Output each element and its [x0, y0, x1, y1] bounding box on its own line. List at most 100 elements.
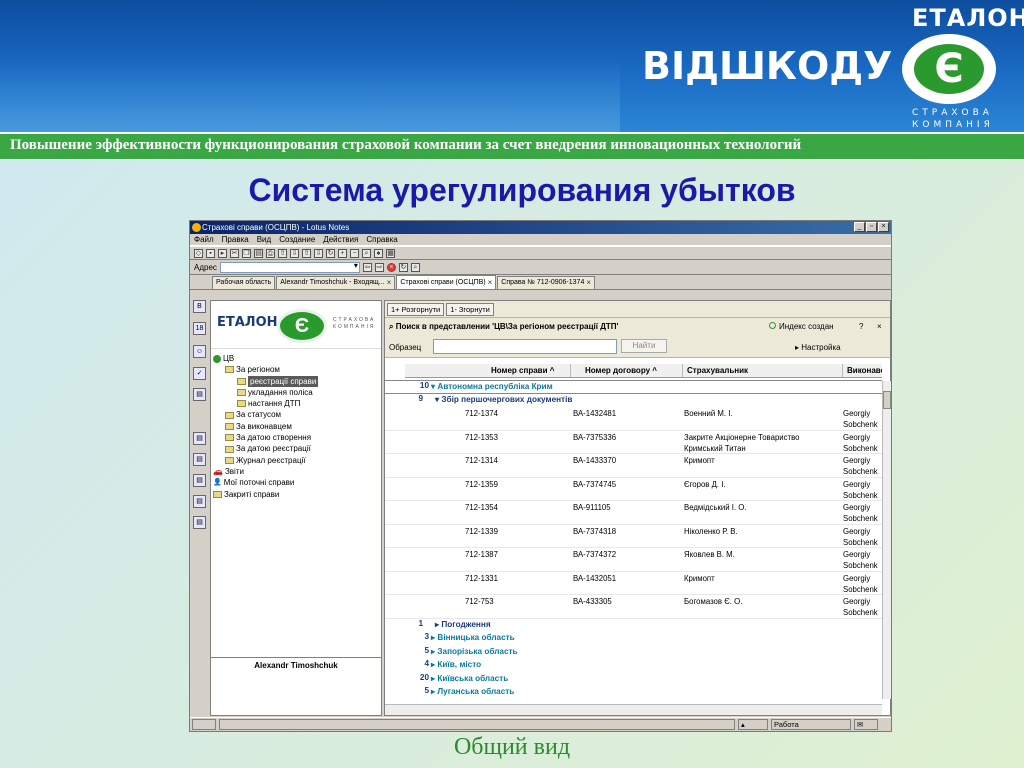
tree-node[interactable]: За датою реєстрації [213, 443, 318, 454]
category-row[interactable]: 10 ▾ Автономна республіка Крим [385, 380, 882, 394]
category-row[interactable]: 20 ▸ Київська область [385, 673, 882, 687]
tree-node[interactable]: За датою створення [213, 432, 318, 443]
contract-number-cell: ВА-911105 [573, 503, 611, 512]
tab-workspace[interactable]: Рабочая область [212, 276, 276, 289]
scroll-thumb[interactable] [883, 391, 891, 409]
prev-icon[interactable]: ⇧ [302, 248, 311, 258]
find-button[interactable]: Найти [621, 339, 667, 353]
save-icon[interactable]: ▪ [206, 248, 215, 258]
bookmark-icon[interactable]: B [193, 300, 206, 313]
copy-icon[interactable]: ❐ [242, 248, 251, 258]
contacts-icon[interactable]: ☺ [193, 345, 206, 358]
database-icon[interactable]: ▤ [193, 495, 206, 508]
database-icon[interactable]: ▤ [193, 388, 206, 401]
menu-view[interactable]: Вид [257, 234, 271, 245]
tree-node[interactable]: настання ДТП [213, 398, 318, 409]
collapse-all-button[interactable]: 1- Згорнути [446, 302, 494, 316]
next-icon[interactable]: ⇩ [314, 248, 323, 258]
paste-icon[interactable]: ▤ [254, 248, 263, 258]
cut-icon[interactable]: ✂ [230, 248, 239, 258]
nav-logo-text: ЕТАЛОН [217, 315, 278, 330]
category-row[interactable]: 4 ▸ Київ, місто [385, 659, 882, 673]
tree-node[interactable]: 👤 Мої поточні справи [213, 477, 318, 488]
table-row[interactable]: 712-1331 ВА-1432051 Кримопт Georgiy Sobchenk [385, 572, 882, 595]
tree-node[interactable]: укладання поліса [213, 387, 318, 398]
tree-node[interactable]: За регіоном [213, 364, 318, 375]
expand-all-button[interactable]: 1+ Розгорнути [387, 302, 445, 316]
print-icon[interactable]: ⎙ [266, 248, 275, 258]
down-arrow-icon[interactable]: ⇩ [290, 248, 299, 258]
binoculars-icon[interactable]: ♠ [374, 248, 383, 258]
category-row[interactable]: 5 ▸ Запорізька область [385, 646, 882, 660]
tree-node[interactable]: Закриті справи [213, 489, 318, 500]
tree-node[interactable]: За виконавцем [213, 421, 318, 432]
table-row[interactable]: 712-1374 ВА-1432481 Военний М. І. Georgiy So… [385, 407, 882, 431]
help-button[interactable]: ? [859, 322, 863, 331]
column-executor[interactable]: Виконавец [843, 364, 882, 377]
brand-top-text: ЕТАЛОН [912, 4, 1024, 32]
table-row[interactable]: 712-1314 ВА-1433370 Кримопт Georgiy Sobchenk [385, 454, 882, 478]
tree-node[interactable]: ЦВ [213, 353, 318, 364]
stop-icon[interactable]: × [386, 262, 396, 272]
menu-help[interactable]: Справка [366, 234, 397, 245]
status-icons[interactable]: ▴ [738, 719, 768, 730]
location-status[interactable]: Работа [771, 719, 851, 730]
search-web-icon[interactable]: ⌕ [410, 262, 420, 272]
category-row[interactable]: 3 ▸ Вінницька область [385, 632, 882, 646]
tab-case-document[interactable]: Справа № 712-0906-1374 × [497, 276, 596, 289]
back-icon[interactable]: ⇦ [362, 262, 372, 272]
table-row[interactable]: 712-1359 ВА-7374745 Єгоров Д. І. Georgiy Sob… [385, 478, 882, 501]
home-icon[interactable]: ◇ [194, 248, 203, 258]
forward-icon[interactable]: ⇨ [374, 262, 384, 272]
close-icon[interactable]: × [586, 277, 591, 289]
todo-icon[interactable]: ✓ [193, 367, 206, 380]
category-row[interactable]: 9 ▾ Збір першочергових документів [385, 394, 882, 408]
table-row[interactable]: 712-753 ВА-433305 Богомазов Є. О. Georgiy So… [385, 595, 882, 619]
column-case-number[interactable]: Номер справи ^ [405, 364, 571, 377]
view-icon[interactable]: ▦ [386, 248, 395, 258]
column-insured[interactable]: Страхувальник [683, 364, 843, 377]
search-input[interactable] [433, 339, 617, 354]
category-row[interactable]: 1 ▸ Погодження [385, 619, 882, 633]
tree-node[interactable]: реєстрації справи [213, 375, 319, 387]
category-label: ▸ Вінницька область [431, 632, 515, 642]
search-icon[interactable]: ⌕ [362, 248, 371, 258]
close-window-button[interactable]: × [878, 222, 889, 232]
menu-file[interactable]: Файл [194, 234, 214, 245]
table-row[interactable]: 712-1354 ВА-911105 Ведмідський І. О. Georgi… [385, 501, 882, 525]
open-icon[interactable]: ▸ [218, 248, 227, 258]
restore-button[interactable]: ▫ [866, 222, 877, 232]
table-row[interactable]: 712-1387 ВА-7374372 Яковлев В. М. Georgiy So… [385, 548, 882, 572]
collapse-icon[interactable]: − [350, 248, 359, 258]
address-input[interactable] [219, 261, 360, 273]
category-row[interactable]: 5 ▸ Луганська область [385, 686, 882, 699]
column-contract-number[interactable]: Номер договору ^ [571, 364, 683, 377]
settings-button[interactable]: ▸ Настройка [795, 343, 841, 352]
database-icon[interactable]: ▤ [193, 516, 206, 529]
refresh-icon[interactable]: ↻ [326, 248, 335, 258]
tree-node[interactable]: 🚗 Звіти [213, 466, 318, 477]
inbox-status[interactable]: ✉ [854, 719, 878, 730]
reload-icon[interactable]: ↻ [398, 262, 408, 272]
menu-edit[interactable]: Правка [222, 234, 249, 245]
table-row[interactable]: 712-1339 ВА-7374318 Ніколенко Р. В. Georgiy… [385, 525, 882, 548]
calendar-icon[interactable]: 18 [193, 322, 206, 335]
up-arrow-icon[interactable]: ⇧ [278, 248, 287, 258]
expand-icon[interactable]: + [338, 248, 347, 258]
tree-node[interactable]: За статусом [213, 409, 318, 420]
menu-create[interactable]: Создание [279, 234, 315, 245]
close-icon[interactable]: × [387, 277, 392, 289]
minimize-button[interactable]: _ [854, 222, 865, 232]
menu-actions[interactable]: Действия [323, 234, 358, 245]
database-icon[interactable]: ▤ [193, 474, 206, 487]
vertical-scrollbar[interactable] [882, 381, 891, 699]
tree-node[interactable]: Журнал реєстрації [213, 455, 318, 466]
close-icon[interactable]: × [488, 277, 493, 289]
database-icon[interactable]: ▤ [193, 453, 206, 466]
horizontal-scrollbar[interactable] [385, 704, 882, 715]
database-icon[interactable]: ▤ [193, 432, 206, 445]
table-row[interactable]: 712-1353 ВА-7375336 Закрите Акціонерне Тов… [385, 431, 882, 454]
close-search-button[interactable]: × [877, 322, 882, 331]
tab-inbox[interactable]: Alexandr Timoshchuk - Входящ... × [276, 276, 396, 289]
tab-insurance-cases[interactable]: Страхові справи (ОСЦПВ) × [396, 275, 497, 289]
